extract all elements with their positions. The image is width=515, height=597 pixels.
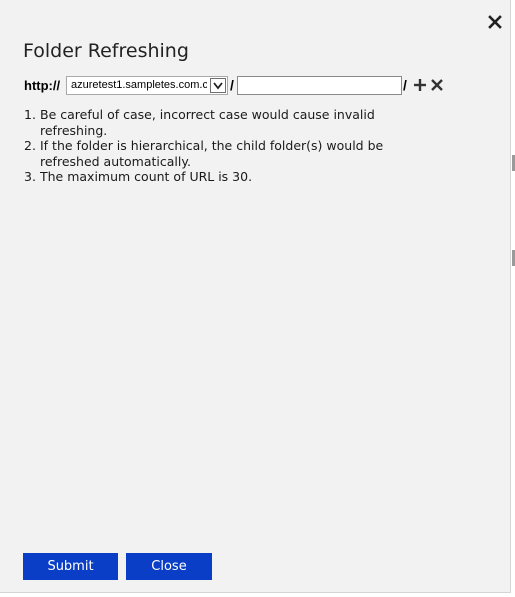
- folder-refreshing-dialog: Folder Refreshing http:// azuretest1.sam…: [0, 0, 511, 593]
- close-icon[interactable]: [485, 12, 505, 32]
- note-text: If the folder is hierarchical, the child…: [40, 138, 384, 169]
- url-builder-row: http:// azuretest1.sampletes.com.c / /: [24, 76, 454, 97]
- remove-url-icon[interactable]: [430, 78, 444, 92]
- note-item: 1. Be careful of case, incorrect case wo…: [24, 107, 444, 138]
- domain-select-value: azuretest1.sampletes.com.c: [71, 79, 207, 91]
- chevron-down-icon[interactable]: [210, 78, 226, 93]
- window-edge: [511, 0, 515, 597]
- trailing-separator: /: [403, 77, 407, 93]
- folder-path-input[interactable]: [237, 76, 402, 95]
- note-number: 3.: [24, 169, 36, 184]
- domain-select[interactable]: azuretest1.sampletes.com.c: [66, 76, 228, 95]
- note-number: 1.: [24, 107, 36, 122]
- path-separator: /: [230, 77, 234, 93]
- dialog-title: Folder Refreshing: [23, 40, 189, 62]
- note-item: 3. The maximum count of URL is 30.: [24, 169, 444, 185]
- note-text: The maximum count of URL is 30.: [40, 169, 253, 184]
- submit-button[interactable]: Submit: [23, 553, 118, 580]
- note-text: Be careful of case, incorrect case would…: [40, 107, 375, 138]
- note-item: 2. If the folder is hierarchical, the ch…: [24, 138, 444, 169]
- close-button[interactable]: Close: [126, 553, 212, 580]
- note-number: 2.: [24, 138, 36, 153]
- plus-icon[interactable]: [413, 78, 427, 92]
- notes-list: 1. Be careful of case, incorrect case wo…: [24, 107, 444, 185]
- url-scheme-label: http://: [24, 78, 61, 93]
